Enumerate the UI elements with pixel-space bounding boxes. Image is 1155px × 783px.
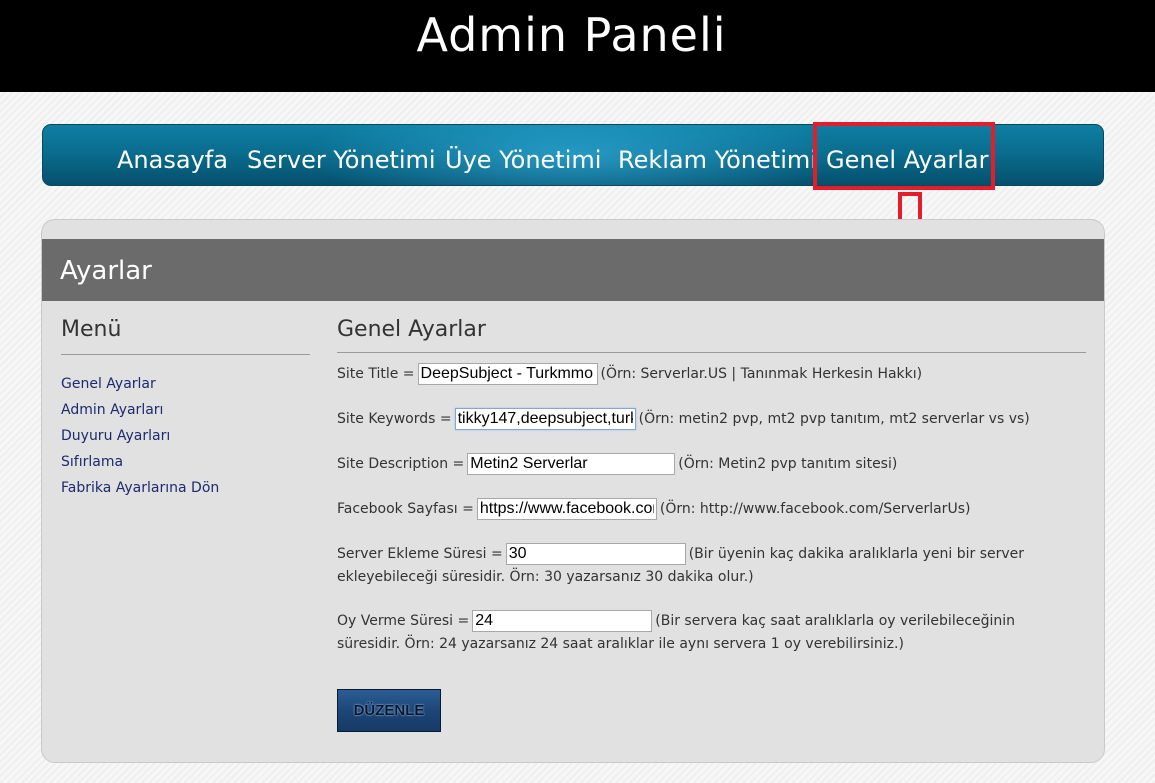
header-bar: Admin Paneli — [0, 0, 1155, 92]
content-divider — [337, 352, 1086, 353]
server-add-interval-note: (Bir üyenin kaç dakika aralıklarla yeni … — [688, 546, 1025, 562]
sidebar-divider — [61, 354, 310, 355]
site-title: Admin Paneli — [416, 8, 727, 62]
panel-title: Ayarlar — [60, 256, 152, 286]
site-keywords-input[interactable] — [454, 408, 636, 430]
sidebar-title: Menü — [61, 317, 122, 342]
nav-item-uye-yonetimi[interactable]: Üye Yönetimi — [445, 145, 601, 175]
site-keywords-row: Site Keywords = (Örn: metin2 pvp, mt2 pvp… — [337, 408, 1030, 431]
annotation-highlight-box — [813, 122, 995, 190]
nav-item-anasayfa[interactable]: Anasayfa — [117, 145, 228, 175]
sidebar-menu: Genel Ayarlar Admin Ayarları Duyuru Ayar… — [61, 371, 219, 501]
sidebar-item-duyuru-ayarlari[interactable]: Duyuru Ayarları — [61, 423, 219, 449]
site-description-input[interactable] — [467, 453, 676, 475]
content-title: Genel Ayarlar — [337, 317, 486, 342]
vote-interval-input[interactable] — [472, 610, 653, 632]
site-description-row: Site Description = (Örn: Metin2 pvp tanıt… — [337, 453, 897, 476]
nav-item-reklam-yonetimi[interactable]: Reklam Yönetimi — [618, 145, 817, 175]
nav-item-server-yonetimi[interactable]: Server Yönetimi — [247, 145, 436, 175]
server-add-interval-note-cont: ekleyebileceği süresidir. Örn: 30 yazars… — [337, 569, 754, 585]
settings-panel: Ayarlar Menü Genel Ayarlar Admin Ayarlar… — [41, 219, 1105, 763]
site-title-input[interactable] — [417, 363, 598, 385]
panel-header: Ayarlar — [42, 239, 1104, 301]
server-add-interval-row: Server Ekleme Süresi = (Bir üyenin kaç da… — [337, 543, 1024, 566]
sidebar-item-admin-ayarlari[interactable]: Admin Ayarları — [61, 397, 219, 423]
sidebar-item-sifirlama[interactable]: Sıfırlama — [61, 449, 219, 475]
sidebar-item-fabrika-ayarlari[interactable]: Fabrika Ayarlarına Dön — [61, 475, 219, 501]
facebook-page-note: (Örn: http://www.facebook.com/ServerlarU… — [659, 501, 971, 517]
site-keywords-label: Site Keywords = — [337, 411, 452, 427]
server-add-interval-label: Server Ekleme Süresi = — [337, 546, 503, 562]
facebook-page-label: Facebook Sayfası = — [337, 501, 474, 517]
site-title-label: Site Title = — [337, 366, 415, 382]
site-description-note: (Örn: Metin2 pvp tanıtım sitesi) — [678, 456, 898, 472]
facebook-page-input[interactable] — [476, 498, 657, 520]
site-title-note: (Örn: Serverlar.US | Tanınmak Herkesin H… — [600, 366, 923, 382]
vote-interval-label: Oy Verme Süresi = — [337, 613, 470, 629]
sidebar-item-genel-ayarlar[interactable]: Genel Ayarlar — [61, 371, 219, 397]
vote-interval-row: Oy Verme Süresi = (Bir servera kaç saat a… — [337, 610, 1015, 633]
server-add-interval-input[interactable] — [505, 543, 686, 565]
site-description-label: Site Description = — [337, 456, 465, 472]
facebook-page-row: Facebook Sayfası = (Örn: http://www.faceb… — [337, 498, 970, 521]
site-keywords-note: (Örn: metin2 pvp, mt2 pvp tanıtım, mt2 s… — [638, 411, 1030, 427]
vote-interval-note-cont: süresidir. Örn: 24 yazarsanız 24 saat ar… — [337, 636, 904, 652]
site-title-row: Site Title = (Örn: Serverlar.US | Tanınma… — [337, 363, 922, 386]
edit-submit-button[interactable]: DÜZENLE — [337, 689, 441, 732]
vote-interval-note: (Bir servera kaç saat aralıklarla oy ver… — [655, 613, 1016, 629]
